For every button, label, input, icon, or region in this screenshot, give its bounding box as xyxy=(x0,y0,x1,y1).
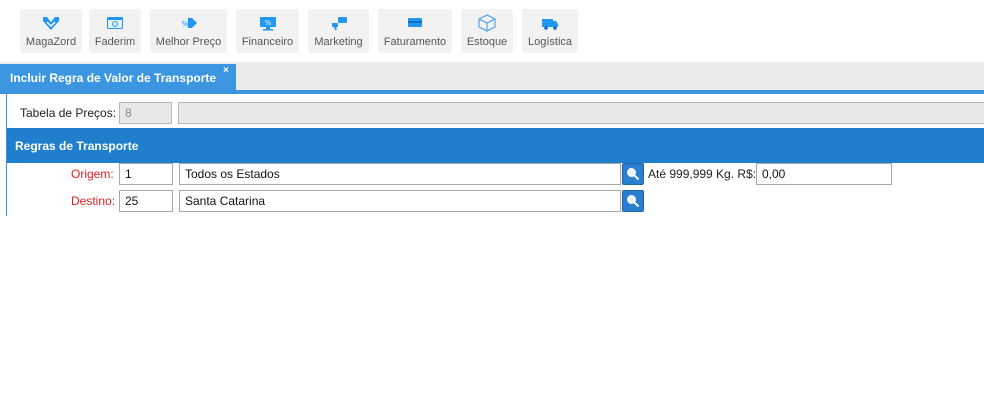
valor-label: Até 999,999 Kg. R$: xyxy=(648,167,757,181)
app-label: Financeiro xyxy=(241,36,294,48)
monitor-money-icon: % xyxy=(259,17,276,31)
destino-label: Destino: xyxy=(71,194,116,208)
app-label: Melhor Preço xyxy=(155,36,222,48)
app-label: Estoque xyxy=(466,36,508,48)
origem-desc-input[interactable] xyxy=(179,163,621,185)
svg-text:%: % xyxy=(181,20,188,28)
search-icon xyxy=(627,168,640,181)
tabela-precos-code-input[interactable] xyxy=(119,102,172,124)
tab-strip: Incluir Regra de Valor de Transporte × xyxy=(0,62,984,92)
megaphone-icon xyxy=(331,17,347,31)
app-button-faderim[interactable]: Faderim xyxy=(89,9,141,53)
section-title: Regras de Transporte xyxy=(15,139,139,153)
destino-search-button[interactable] xyxy=(622,190,644,212)
origem-code-input[interactable] xyxy=(119,163,173,185)
app-button-melhor-preco[interactable]: % Melhor Preço xyxy=(150,9,227,53)
section-header-regras: Regras de Transporte xyxy=(7,128,984,163)
browser-window-icon xyxy=(107,17,123,29)
box-icon xyxy=(478,14,496,32)
app-label: Marketing xyxy=(314,36,363,48)
invoice-icon xyxy=(408,18,422,27)
app-toolbar: MagaZord Faderim % Melhor Preço % Financ… xyxy=(0,0,984,62)
destino-code-input[interactable] xyxy=(119,190,173,212)
truck-icon xyxy=(542,19,558,30)
valor-input[interactable] xyxy=(756,163,892,185)
form-panel: Tabela de Preços: Regras de Transporte O… xyxy=(6,94,984,216)
app-label: Logística xyxy=(527,36,573,48)
app-button-estoque[interactable]: Estoque xyxy=(461,9,513,53)
tabela-precos-label: Tabela de Preços: xyxy=(20,106,117,120)
app-button-faturamento[interactable]: Faturamento xyxy=(378,9,452,53)
search-icon xyxy=(627,195,640,208)
origem-search-button[interactable] xyxy=(622,163,644,185)
svg-text:%: % xyxy=(264,19,271,27)
app-label: Faturamento xyxy=(383,36,447,48)
app-button-logistica[interactable]: Logística xyxy=(522,9,578,53)
app-button-financeiro[interactable]: % Financeiro xyxy=(236,9,299,53)
app-label: MagaZord xyxy=(25,36,77,48)
app-button-magazord[interactable]: MagaZord xyxy=(20,9,82,53)
tabela-precos-desc-input[interactable] xyxy=(178,102,984,124)
app-label: Faderim xyxy=(94,36,136,48)
tab-incluir-regra[interactable]: Incluir Regra de Valor de Transporte × xyxy=(0,64,236,92)
price-tag-icon: % xyxy=(181,18,197,28)
destino-desc-input[interactable] xyxy=(179,190,621,212)
app-button-marketing[interactable]: Marketing xyxy=(308,9,369,53)
tab-title: Incluir Regra de Valor de Transporte xyxy=(10,71,217,85)
magazord-logo-icon xyxy=(43,17,59,30)
origem-label: Origem: xyxy=(71,167,114,181)
close-icon[interactable]: × xyxy=(223,65,229,76)
